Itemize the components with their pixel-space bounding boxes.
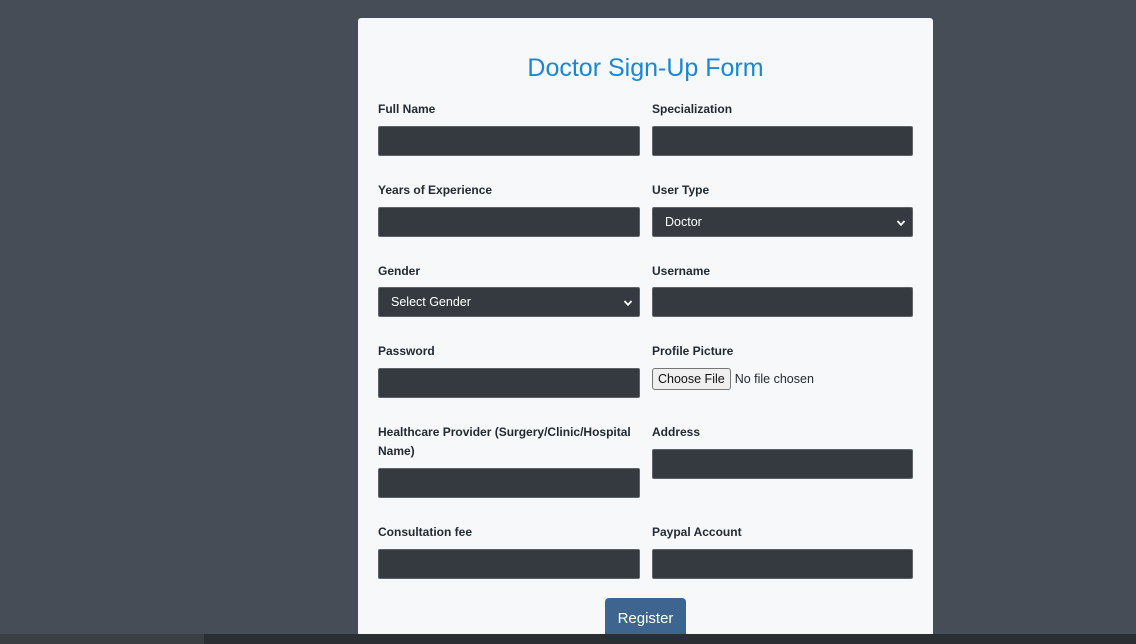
full-name-label: Full Name bbox=[378, 102, 436, 116]
full-name-input[interactable] bbox=[378, 126, 640, 156]
username-label: Username bbox=[652, 264, 711, 278]
choose-file-button[interactable]: Choose File bbox=[652, 368, 731, 390]
years-experience-input[interactable] bbox=[378, 207, 640, 237]
profile-picture-label: Profile Picture bbox=[652, 344, 734, 358]
gender-select[interactable]: Select Gender bbox=[378, 287, 640, 317]
user-type-label: User Type bbox=[652, 183, 710, 197]
gender-value: Select Gender bbox=[391, 295, 471, 309]
form-title: Doctor Sign-Up Form bbox=[527, 54, 764, 82]
specialization-label: Specialization bbox=[652, 102, 733, 116]
healthcare-provider-input[interactable] bbox=[378, 468, 640, 498]
years-experience-label: Years of Experience bbox=[378, 183, 493, 197]
password-label: Password bbox=[378, 344, 435, 358]
address-label: Address bbox=[652, 425, 701, 439]
consultation-fee-label: Consultation fee bbox=[378, 525, 473, 539]
consultation-fee-input[interactable] bbox=[378, 549, 640, 579]
healthcare-provider-label: Healthcare Provider (Surgery/Clinic/Hosp… bbox=[378, 425, 631, 458]
signup-card: Doctor Sign-Up Form Full Name Specializa… bbox=[358, 18, 933, 644]
taskbar bbox=[0, 634, 1136, 644]
username-input[interactable] bbox=[652, 287, 913, 317]
chevron-down-icon bbox=[623, 297, 633, 307]
specialization-input[interactable] bbox=[652, 126, 913, 156]
gender-label: Gender bbox=[378, 264, 421, 278]
paypal-account-label: Paypal Account bbox=[652, 525, 742, 539]
file-status-text: No file chosen bbox=[734, 372, 814, 386]
profile-picture-file-input: Choose File No file chosen bbox=[652, 368, 814, 390]
chevron-down-icon bbox=[896, 217, 906, 227]
register-button[interactable]: Register bbox=[605, 598, 686, 638]
user-type-select[interactable]: Doctor bbox=[652, 207, 913, 237]
paypal-account-input[interactable] bbox=[652, 549, 913, 579]
user-type-value: Doctor bbox=[665, 215, 702, 229]
address-input[interactable] bbox=[652, 449, 913, 479]
password-input[interactable] bbox=[378, 368, 640, 398]
taskbar-start-area bbox=[0, 634, 204, 644]
